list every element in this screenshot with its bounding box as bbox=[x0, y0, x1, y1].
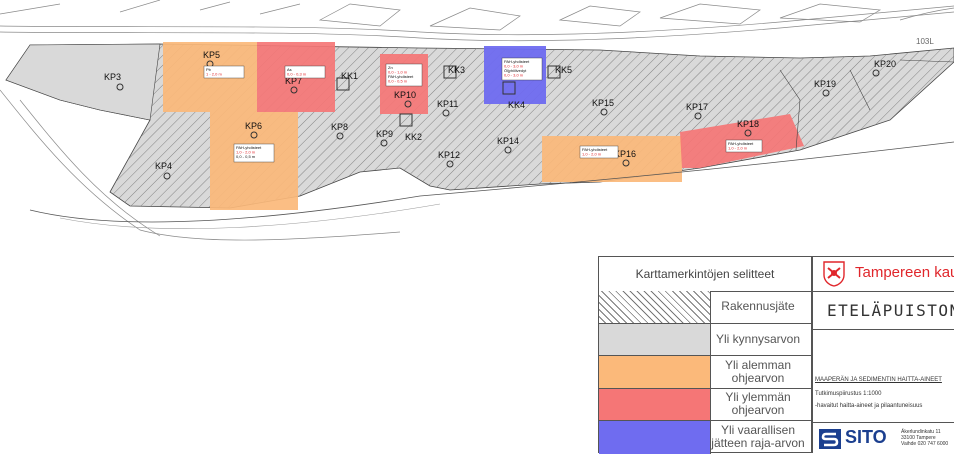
legend-row-ylempi: Yli ylemmän ohjearvon bbox=[599, 388, 811, 421]
test-pit-label: KK1 bbox=[341, 71, 358, 81]
analysis-note-kp10: Zn0,0 - 1,0 mPAH-yhdisteet0,0 - 0,5 m bbox=[385, 63, 423, 87]
legend-label-line: ohjearvon bbox=[731, 403, 785, 418]
legend-label-line: Yli alemman bbox=[724, 357, 792, 372]
analysis-note-kp7: As0,0 - 0,3 m bbox=[284, 65, 326, 79]
note-line: 0,0 - 0,5 m bbox=[388, 79, 408, 84]
legend-swatch bbox=[599, 323, 711, 355]
sample-point-label: KP17 bbox=[686, 102, 708, 112]
sample-point-label: KP19 bbox=[814, 79, 836, 89]
company-address: Äkerlundinkatu 11 33100 Tampere Vaihde 0… bbox=[901, 429, 948, 447]
legend-swatch bbox=[599, 291, 711, 323]
legend-label-line: Rakennusjäte bbox=[721, 299, 795, 314]
legend-row-rakennusjate: Rakennusjäte bbox=[599, 291, 811, 324]
drawing-subtitle: MAAPERÄN JA SEDIMENTIN HAITTA-AINEET bbox=[815, 377, 942, 383]
legend-swatch bbox=[599, 388, 711, 420]
company-name: SITO bbox=[845, 427, 887, 447]
legend-swatch bbox=[599, 356, 711, 388]
analysis-note-kp16: PAH-yhdisteet1,0 - 2,0 m bbox=[579, 145, 619, 159]
address-line: Vaihde 020 747 6000 bbox=[901, 441, 949, 447]
title-block: Tampereen kaupunki ETELÄPUISTON ASEMAKAA… bbox=[812, 256, 954, 453]
legend-title: Karttamerkintöjen selitteet bbox=[599, 257, 811, 292]
sample-point-label: KP6 bbox=[245, 121, 262, 131]
legend-label-line: jätteen raja-arvon bbox=[711, 436, 805, 451]
sample-point-label: KP3 bbox=[104, 72, 121, 82]
legend-label: Yli kynnysarvon bbox=[711, 324, 811, 356]
sample-point-label: KP8 bbox=[331, 122, 348, 132]
sample-point-label: KP12 bbox=[438, 150, 460, 160]
project-title: ETELÄPUISTON ASEMAKAAVA bbox=[827, 301, 954, 320]
legend-label: Rakennusjäte bbox=[711, 291, 811, 323]
note-line: 0,0 - 3,0 m bbox=[504, 73, 524, 78]
legend-row-kynnys: Yli kynnysarvon bbox=[599, 323, 811, 356]
legend-label-line: Yli kynnysarvon bbox=[715, 331, 801, 346]
sample-point-label: KP5 bbox=[203, 50, 220, 60]
drawing-scale: Tutkimuspiirustus 1:1000 bbox=[815, 391, 882, 397]
analysis-note-kk4: PAH-yhdisteet0,0 - 3,0 mÖljyhiilivedyt0,… bbox=[501, 57, 543, 81]
sample-point-label: KP15 bbox=[592, 98, 614, 108]
test-pit-label: KK5 bbox=[555, 65, 572, 75]
test-pit-label: KK4 bbox=[508, 100, 525, 110]
sample-point-label: KP9 bbox=[376, 129, 393, 139]
note-line: 0,0 - 0,5 m bbox=[236, 154, 256, 159]
zone-kp16 bbox=[542, 136, 682, 182]
project-header: ETELÄPUISTON ASEMAKAAVA bbox=[813, 291, 954, 330]
note-line: 0,0 - 0,3 m bbox=[287, 72, 307, 77]
city-name: Tampereen kaupunki bbox=[855, 264, 954, 281]
note-line: 1 - 2,0 m bbox=[206, 72, 222, 77]
legend-row-raja: Yli vaarallisen jätteen raja-arvon bbox=[599, 421, 811, 454]
analysis-note-kp5: Pb1 - 2,0 m bbox=[203, 65, 245, 79]
test-pit-label: KK3 bbox=[448, 65, 465, 75]
analysis-note-kp6: PAH-yhdisteet1,0 - 2,0 m0,0 - 0,5 m bbox=[233, 143, 275, 163]
sample-point-label: KP18 bbox=[737, 119, 759, 129]
drawing-description: -havaitut haitta-aineet ja pilaantuneisu… bbox=[815, 403, 923, 409]
city-header: Tampereen kaupunki bbox=[813, 257, 954, 292]
sample-point-label: KP20 bbox=[874, 59, 896, 69]
legend-row-alempi: Yli alemman ohjearvon bbox=[599, 356, 811, 389]
legend-swatch bbox=[599, 421, 711, 454]
legend-label: Yli alemman ohjearvon bbox=[711, 356, 811, 388]
note-line: 1,0 - 2,0 m bbox=[728, 146, 748, 151]
street-label-103l: 103L bbox=[916, 37, 934, 46]
analysis-note-kp18: PAH-yhdisteet1,0 - 2,0 m bbox=[725, 139, 763, 153]
company-block: SITO Äkerlundinkatu 11 33100 Tampere Vai… bbox=[813, 422, 954, 453]
test-pit-label: KK2 bbox=[405, 132, 422, 142]
legend-label: Yli vaarallisen jätteen raja-arvon bbox=[711, 421, 811, 454]
legend-label-line: ohjearvon bbox=[731, 370, 785, 385]
sito-logo-icon bbox=[819, 429, 841, 449]
note-line: 1,0 - 2,0 m bbox=[582, 152, 602, 157]
sample-point-label: KP10 bbox=[394, 90, 416, 100]
sample-point-label: KP14 bbox=[497, 136, 519, 146]
site-map: KP3KP4KP5KP6KP7KP8KP9KP10KP11KP12KP14KP1… bbox=[0, 0, 954, 241]
sample-point-label: KP11 bbox=[437, 99, 458, 109]
city-crest-icon bbox=[823, 261, 845, 287]
legend: Karttamerkintöjen selitteet Rakennusjäte… bbox=[598, 256, 812, 454]
sample-point-label: KP4 bbox=[155, 161, 172, 171]
legend-label: Yli ylemmän ohjearvon bbox=[711, 389, 811, 421]
